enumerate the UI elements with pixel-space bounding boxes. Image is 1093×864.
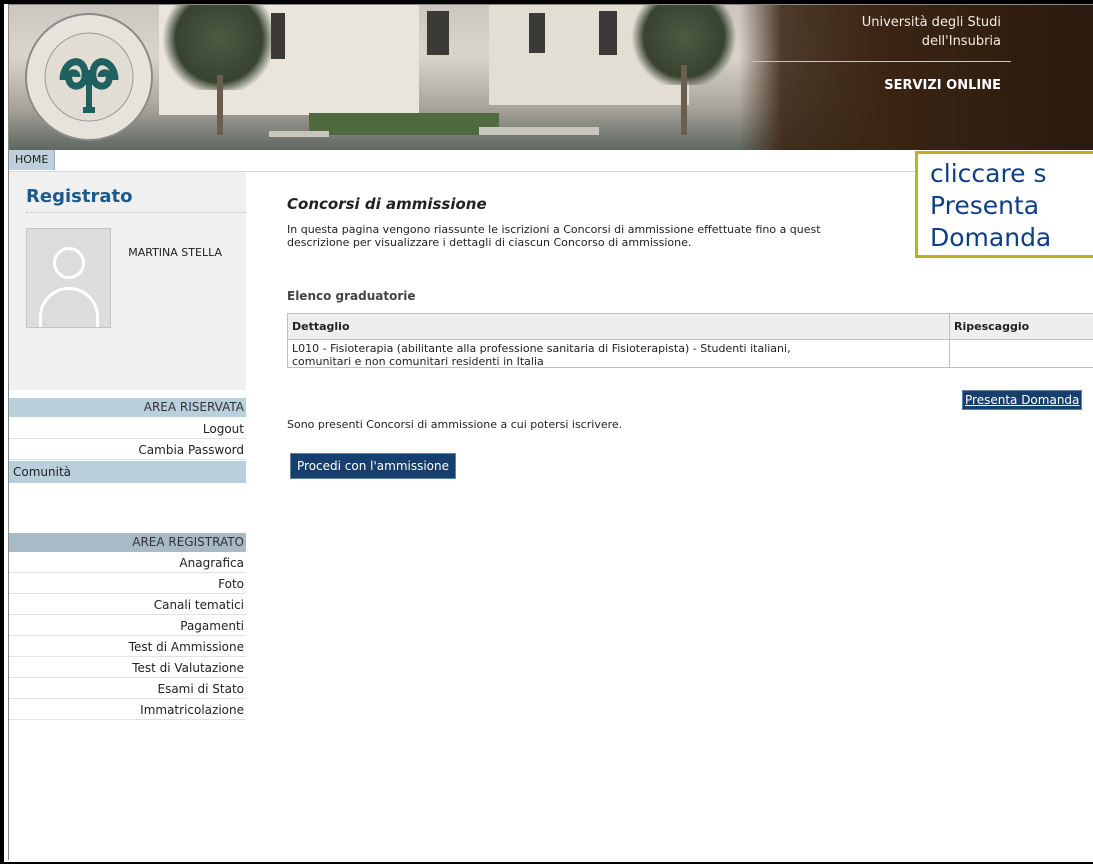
insubria-seal-icon — [23, 10, 155, 145]
sidebar-item-canali-tematici[interactable]: Canali tematici — [9, 595, 246, 615]
sidebar-item-test-di-ammissione[interactable]: Test di Ammissione — [9, 637, 246, 657]
sidebar-item-test-di-valutazione[interactable]: Test di Valutazione — [9, 658, 246, 678]
intro-line-1: In questa pagina vengono riassunte le is… — [287, 223, 821, 236]
bench — [479, 127, 599, 135]
intro-line-2: descrizione per visualizzare i dettagli … — [287, 236, 692, 249]
sidebar-item-logout[interactable]: Logout — [9, 419, 246, 439]
home-tab[interactable]: HOME — [9, 150, 56, 170]
services-title: SERVIZI ONLINE — [884, 78, 1001, 93]
tree-trunk — [681, 65, 687, 135]
row-detail-line-1: L010 - Fisioterapia (abilitante alla pro… — [292, 342, 791, 355]
available-contests-text: Sono presenti Concorsi di ammissione a c… — [287, 418, 623, 431]
sidebar-item-anagrafica[interactable]: Anagrafica — [9, 553, 246, 573]
presenta-domanda-button[interactable]: Presenta Domanda — [962, 390, 1083, 410]
sidebar-item-pagamenti[interactable]: Pagamenti — [9, 616, 246, 636]
column-divider — [949, 314, 950, 368]
avatar-shoulders-shape — [39, 287, 99, 327]
tree-trunk — [217, 75, 223, 135]
sidebar-item-esami-di-stato[interactable]: Esami di Stato — [9, 679, 246, 699]
main-content: Concorsi di ammissione In questa pagina … — [287, 172, 1093, 862]
user-placeholder-icon — [26, 228, 111, 328]
university-name[interactable]: Università degli Studi dell'Insubria — [741, 13, 1001, 51]
sidebar-title: Registrato — [26, 186, 133, 207]
sidebar-item-cambia-password[interactable]: Cambia Password — [9, 440, 246, 460]
window — [529, 13, 545, 53]
graduatorie-table: Dettaglio Ripescaggio L010 - Fisioterapi… — [287, 313, 1093, 368]
column-header-ripescaggio: Ripescaggio — [950, 314, 1093, 340]
brand-divider — [751, 61, 1011, 62]
row-detail-line-2: comunitari e non comunitari residenti in… — [292, 355, 544, 368]
procedi-ammissione-button[interactable]: Procedi con l'ammissione — [290, 453, 457, 479]
section-heading-area-riservata: AREA RISERVATA — [9, 398, 246, 417]
sidebar-item-comunita[interactable]: Comunità — [9, 461, 246, 483]
sidebar-item-foto[interactable]: Foto — [9, 574, 246, 594]
intro-text: In questa pagina vengono riassunte le is… — [287, 223, 927, 249]
user-name: MARTINA STELLA — [128, 246, 222, 259]
list-title: Elenco graduatorie — [287, 289, 416, 303]
section-heading-area-registrato: AREA REGISTRATO — [9, 533, 246, 552]
sidebar-item-immatricolazione[interactable]: Immatricolazione — [9, 700, 246, 720]
lawn — [309, 113, 499, 135]
user-panel: Registrato MARTINA STELLA — [9, 172, 246, 390]
table-row: L010 - Fisioterapia (abilitante alla pro… — [288, 340, 949, 368]
university-name-line2: dell'Insubria — [921, 34, 1001, 49]
avatar-head-shape — [53, 247, 85, 279]
bench — [269, 131, 329, 137]
sidebar: Registrato MARTINA STELLA AREA RISERVATA… — [9, 172, 246, 862]
window — [427, 11, 449, 55]
instruction-callout: cliccare s Presenta Domanda — [915, 151, 1093, 258]
window — [599, 11, 617, 55]
university-name-line1: Università degli Studi — [861, 15, 1001, 30]
column-header-dettaglio: Dettaglio — [288, 314, 949, 340]
site-header: Università degli Studi dell'Insubria SER… — [9, 5, 1093, 150]
divider — [26, 212, 246, 213]
page-title: Concorsi di ammissione — [287, 195, 487, 213]
